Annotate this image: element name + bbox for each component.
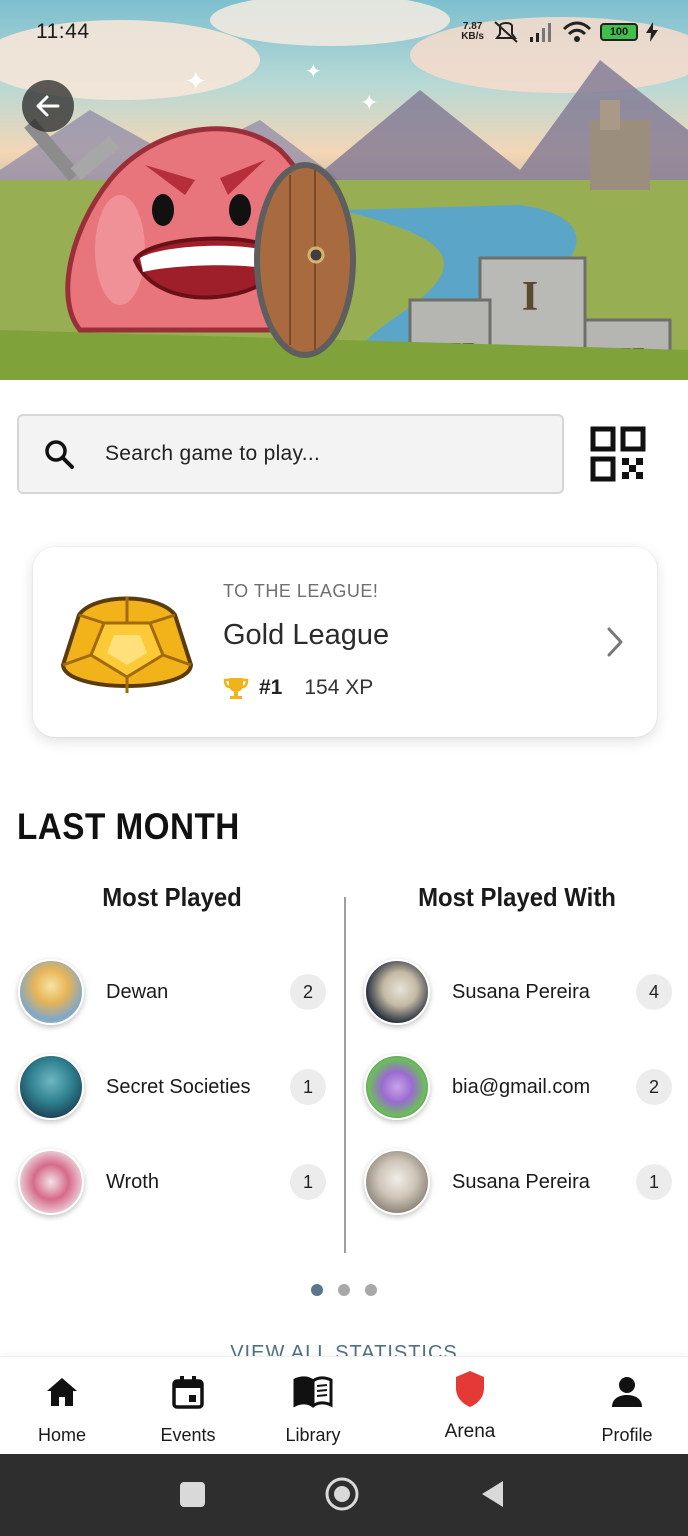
league-card[interactable]: TO THE LEAGUE! Gold League #1 154 XP	[33, 547, 657, 737]
wifi-icon	[562, 21, 592, 42]
gold-gem-icon	[60, 596, 194, 693]
trophy-icon	[223, 678, 249, 699]
most-played-with-item[interactable]: Susana Pereira 4	[364, 958, 674, 1026]
status-time: 11:44	[36, 20, 90, 43]
most-played-item[interactable]: Dewan 2	[18, 958, 328, 1026]
most-played-label: Secret Societies	[106, 1075, 251, 1098]
home-icon	[7, 1373, 117, 1411]
nav-profile-label: Profile	[601, 1425, 653, 1445]
home-circle-icon[interactable]	[325, 1477, 359, 1511]
mute-icon	[494, 21, 518, 43]
network-speed-unit: KB/s	[461, 31, 484, 42]
book-icon	[258, 1373, 368, 1411]
column-divider	[344, 897, 346, 1253]
game-cover-dewan	[18, 959, 84, 1025]
search-icon	[41, 436, 77, 472]
svg-text:✦: ✦	[360, 90, 378, 115]
arrow-left-icon	[36, 95, 60, 117]
chevron-right-icon	[607, 627, 623, 657]
most-played-item[interactable]: Secret Societies 1	[18, 1053, 328, 1121]
league-name: Gold League	[223, 619, 390, 651]
status-icons: 7.87 KB/s 100	[461, 20, 658, 44]
league-rank: #1	[259, 676, 283, 699]
play-count-badge: 2	[290, 974, 326, 1010]
play-count-badge: 1	[636, 1164, 672, 1200]
system-navigation-bar	[0, 1454, 688, 1536]
network-speed: 7.87 KB/s	[461, 22, 484, 42]
player-name: bia@gmail.com	[452, 1075, 591, 1098]
recents-icon[interactable]	[180, 1482, 205, 1507]
pager-dot-2[interactable]	[338, 1284, 350, 1296]
system-nav-glyphs	[180, 1477, 503, 1511]
league-stats: #1 154 XP	[223, 675, 373, 701]
most-played-label: Dewan	[106, 980, 169, 1003]
back-triangle-icon[interactable]	[482, 1481, 503, 1507]
player-avatar	[364, 959, 430, 1025]
svg-text:✦: ✦	[185, 66, 207, 96]
carousel-pager	[311, 1284, 377, 1296]
game-cover-secret-societies	[18, 1054, 84, 1120]
play-count-badge: 1	[290, 1069, 326, 1105]
qr-code-icon	[590, 426, 646, 482]
game-cover-wroth	[18, 1149, 84, 1215]
most-played-label: Wroth	[106, 1170, 159, 1193]
most-played-with-item[interactable]: Susana Pereira 1	[364, 1148, 674, 1216]
nav-arena[interactable]: Arena	[415, 1370, 525, 1443]
league-xp: 154 XP	[304, 676, 374, 699]
svg-text:I: I	[522, 274, 538, 320]
shield-icon	[415, 1370, 525, 1408]
nav-arena-label: Arena	[444, 1421, 496, 1442]
pager-dot-3[interactable]	[365, 1284, 377, 1296]
nav-home-label: Home	[37, 1425, 86, 1445]
battery-level: 100	[609, 26, 629, 38]
player-name: Susana Pereira	[452, 1170, 590, 1193]
search-input[interactable]: Search game to play...	[17, 414, 564, 494]
league-eyebrow: TO THE LEAGUE!	[223, 581, 379, 601]
back-button[interactable]	[22, 80, 74, 132]
nav-library-label: Library	[285, 1425, 341, 1445]
play-count-badge: 2	[636, 1069, 672, 1105]
last-month-title: LAST MONTH	[17, 806, 240, 847]
battery-icon: 100	[600, 23, 638, 41]
signal-icon	[530, 23, 551, 42]
pager-dot-1[interactable]	[311, 1284, 323, 1296]
search-placeholder: Search game to play...	[105, 442, 321, 465]
qr-code-button[interactable]	[590, 426, 646, 482]
nav-events-label: Events	[160, 1425, 216, 1445]
most-played-with-title: Most Played With	[418, 882, 616, 912]
person-icon	[572, 1373, 682, 1411]
player-avatar	[364, 1054, 430, 1120]
hero-banner: I III III ✦ ✦ ✦ 11:44 7.87	[0, 0, 688, 380]
play-count-badge: 1	[290, 1164, 326, 1200]
bottom-navigation: Home Events Library Arena Profile	[0, 1356, 688, 1454]
svg-text:✦: ✦	[305, 61, 322, 83]
player-name: Susana Pereira	[452, 980, 590, 1003]
most-played-with-item[interactable]: bia@gmail.com 2	[364, 1053, 674, 1121]
player-avatar	[364, 1149, 430, 1215]
charging-icon	[646, 22, 658, 42]
nav-home[interactable]: Home	[7, 1373, 117, 1446]
nav-events[interactable]: Events	[133, 1373, 243, 1446]
nav-library[interactable]: Library	[258, 1373, 368, 1446]
nav-profile[interactable]: Profile	[572, 1373, 682, 1446]
most-played-item[interactable]: Wroth 1	[18, 1148, 328, 1216]
calendar-icon	[133, 1373, 243, 1411]
play-count-badge: 4	[636, 974, 672, 1010]
most-played-title: Most Played	[102, 882, 242, 912]
status-bar: 11:44 7.87 KB/s 100	[0, 0, 688, 64]
